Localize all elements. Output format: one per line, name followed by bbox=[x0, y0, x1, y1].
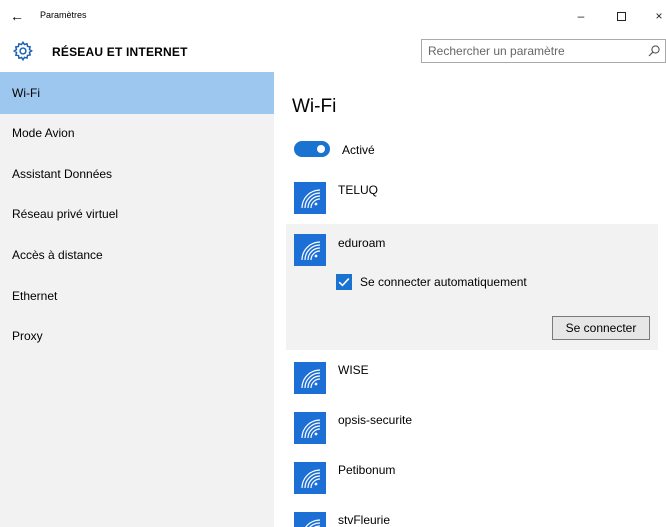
toggle-label: Activé bbox=[342, 143, 375, 157]
sidebar-item-vpn[interactable]: Réseau privé virtuel bbox=[0, 193, 274, 235]
section-title: RÉSEAU ET INTERNET bbox=[52, 45, 188, 59]
wifi-icon bbox=[294, 462, 326, 494]
wifi-icon bbox=[294, 512, 326, 527]
search-box[interactable] bbox=[421, 39, 666, 63]
toggle-knob bbox=[317, 145, 325, 153]
sidebar-item-proxy[interactable]: Proxy bbox=[0, 315, 274, 357]
maximize-button[interactable] bbox=[610, 6, 632, 26]
auto-connect-label: Se connecter automatiquement bbox=[360, 275, 527, 289]
maximize-icon bbox=[616, 12, 626, 22]
back-arrow-icon[interactable]: ← bbox=[10, 7, 28, 25]
gear-icon bbox=[12, 40, 33, 62]
network-name: Petibonum bbox=[338, 463, 396, 477]
main-content: Wi-Fi Activé TELUQ eduroam Se connecter … bbox=[274, 72, 666, 527]
title-bar: ← Paramètres – × bbox=[0, 0, 666, 32]
wifi-icon bbox=[294, 362, 326, 394]
network-name: opsis-securite bbox=[338, 413, 413, 427]
connect-button[interactable]: Se connecter bbox=[552, 316, 650, 340]
window-title: Paramètres bbox=[40, 10, 87, 20]
network-name: stvFleurie bbox=[338, 513, 391, 527]
sidebar-item-airplane-mode[interactable]: Mode Avion bbox=[0, 112, 274, 154]
minimize-button[interactable]: – bbox=[570, 6, 592, 26]
sidebar: Wi-Fi Mode Avion Assistant Données Résea… bbox=[0, 72, 274, 527]
sidebar-item-wifi[interactable]: Wi-Fi bbox=[0, 72, 274, 114]
wifi-icon bbox=[294, 182, 326, 214]
network-name: WISE bbox=[338, 363, 369, 377]
page-header: RÉSEAU ET INTERNET bbox=[0, 32, 666, 72]
checkmark-icon bbox=[338, 278, 350, 287]
page-title: Wi-Fi bbox=[292, 96, 337, 117]
wifi-icon bbox=[294, 234, 326, 266]
search-input[interactable] bbox=[428, 43, 628, 59]
search-icon[interactable] bbox=[647, 44, 661, 58]
close-button[interactable]: × bbox=[648, 6, 666, 26]
network-name: eduroam bbox=[338, 236, 386, 250]
sidebar-item-ethernet[interactable]: Ethernet bbox=[0, 275, 274, 317]
wifi-icon bbox=[294, 412, 326, 444]
auto-connect-checkbox[interactable] bbox=[336, 274, 352, 290]
sidebar-item-dial-up[interactable]: Accès à distance bbox=[0, 234, 274, 276]
wifi-toggle[interactable] bbox=[294, 141, 330, 157]
network-name: TELUQ bbox=[338, 183, 379, 197]
sidebar-item-data-usage[interactable]: Assistant Données bbox=[0, 153, 274, 195]
